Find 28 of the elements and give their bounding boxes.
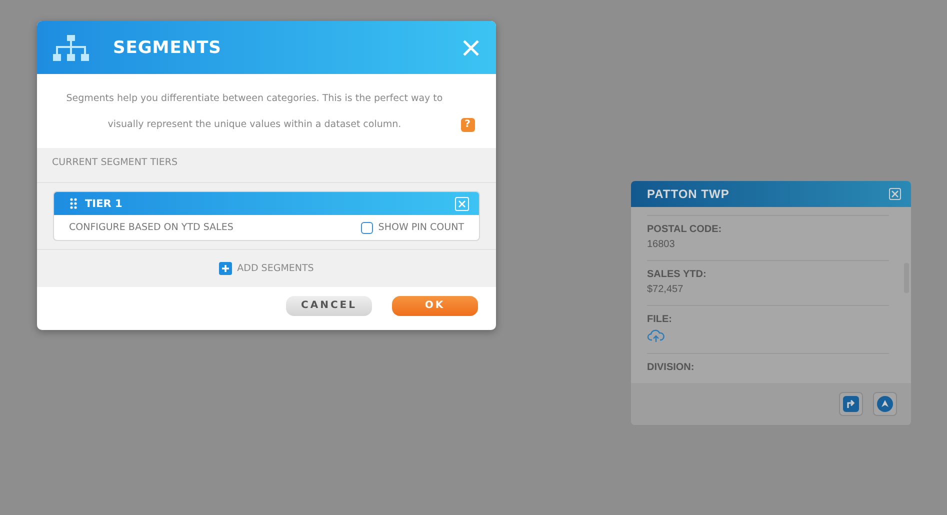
description-text: Segments help you differentiate between categories. This is the perfect way to visually represent the unique values within a dataset column. bbox=[65, 92, 444, 132]
add-segments-button[interactable]: ADD SEGMENTS bbox=[219, 262, 314, 275]
field-label: FILE: bbox=[647, 314, 673, 325]
close-icon bbox=[458, 200, 466, 208]
directions-button[interactable] bbox=[839, 392, 863, 416]
popup-title: PATTON TWP bbox=[647, 187, 730, 201]
tier-title: TIER 1 bbox=[85, 198, 124, 210]
help-badge[interactable]: ? bbox=[460, 118, 474, 132]
remove-tier-button[interactable] bbox=[455, 196, 469, 210]
close-icon bbox=[462, 38, 480, 56]
drag-handle-icon[interactable] bbox=[70, 198, 77, 209]
close-button[interactable] bbox=[889, 188, 901, 200]
configuration-text: CONFIGURE BASED ON YTD SALES bbox=[69, 222, 234, 233]
navigate-button[interactable] bbox=[873, 392, 897, 416]
field-label: SALES YTD: bbox=[647, 269, 708, 280]
close-icon bbox=[891, 190, 899, 198]
ok-button[interactable]: OK bbox=[392, 296, 478, 316]
field-label: POSTAL CODE: bbox=[647, 224, 723, 235]
plus-icon bbox=[219, 262, 232, 275]
cloud-upload-icon[interactable] bbox=[647, 329, 665, 343]
field-value: 16803 bbox=[647, 239, 676, 250]
section-title: CURRENT SEGMENT TIERS bbox=[52, 157, 178, 168]
show-pin-count-checkbox[interactable]: SHOW PIN COUNT bbox=[361, 222, 464, 234]
field-value: $72,457 bbox=[647, 284, 684, 295]
dialog-title: SEGMENTS bbox=[113, 38, 222, 58]
cancel-button[interactable]: CANCEL bbox=[286, 296, 372, 316]
hierarchy-icon bbox=[53, 34, 89, 60]
field-label: DIVISION: bbox=[647, 362, 696, 373]
